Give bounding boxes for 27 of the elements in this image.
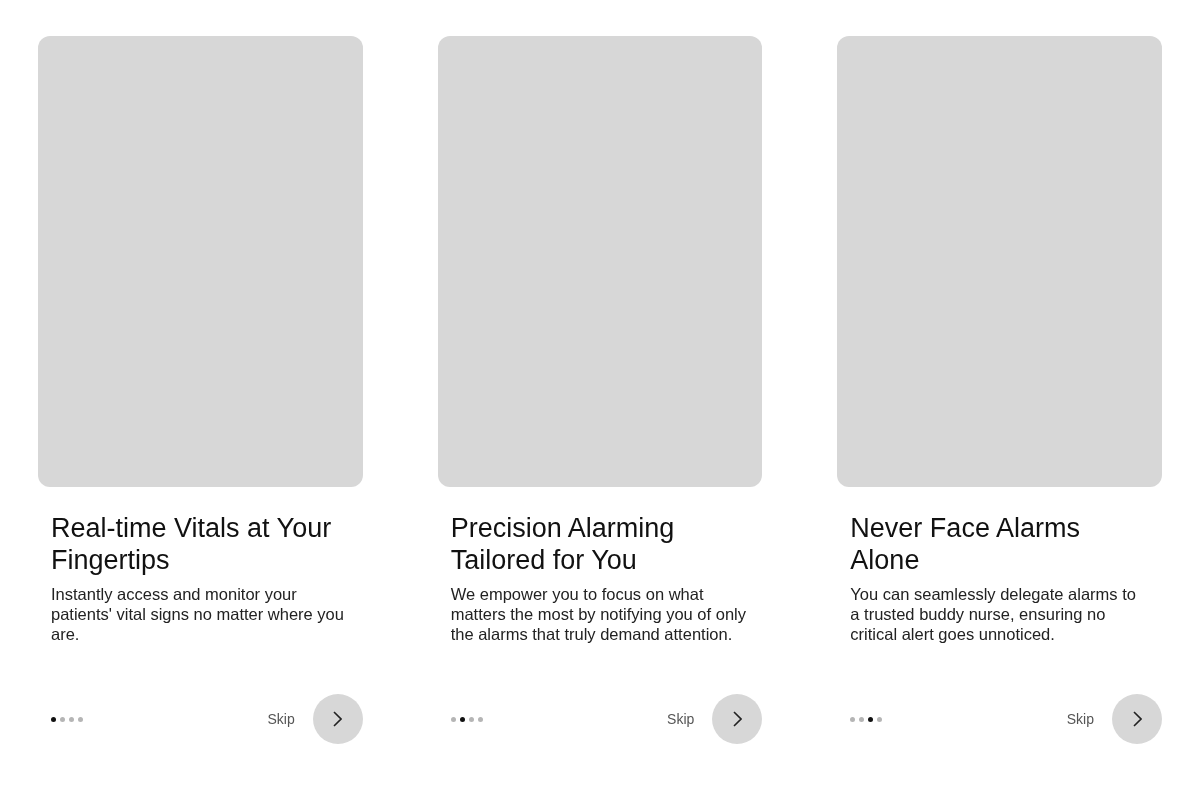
page-dot[interactable] [78, 716, 83, 722]
chevron-right-icon [1132, 711, 1142, 727]
next-button[interactable] [312, 694, 363, 744]
page-dot[interactable] [69, 716, 74, 722]
page-dot[interactable] [850, 716, 856, 722]
page-dot[interactable] [868, 716, 874, 722]
next-button[interactable] [1112, 694, 1162, 744]
page-dot[interactable] [468, 716, 474, 722]
onboarding-title: Real-time Vitals at Your Fingertips [51, 512, 333, 576]
next-button[interactable] [712, 694, 763, 744]
page-dot[interactable] [51, 716, 56, 722]
onboarding-description: Instantly access and monitor your patients' vital signs no matter where you are. [51, 584, 345, 645]
page-dot[interactable] [859, 716, 865, 722]
onboarding-title: Precision Alarming Tailored for You [450, 512, 676, 576]
page-dot[interactable] [450, 716, 456, 722]
skip-button[interactable]: Skip [267, 711, 295, 727]
skip-button[interactable]: Skip [1066, 711, 1094, 727]
page-dot[interactable] [60, 716, 65, 722]
onboarding-description: We empower you to focus on what matters the most by notifying you of only the alarms that truly demand attention. [450, 584, 747, 645]
skip-button[interactable]: Skip [667, 711, 695, 727]
page-dot[interactable] [459, 716, 465, 722]
onboarding-description: You can seamlessly delegate alarms to a trusted buddy nurse, ensuring no critical alert goes unnoticed. [850, 584, 1137, 645]
page-dot[interactable] [877, 716, 883, 722]
onboarding-title: Never Face Alarms Alone [850, 512, 1081, 576]
chevron-right-icon [732, 711, 742, 727]
chevron-right-icon [333, 711, 343, 727]
page-dot[interactable] [477, 716, 483, 722]
